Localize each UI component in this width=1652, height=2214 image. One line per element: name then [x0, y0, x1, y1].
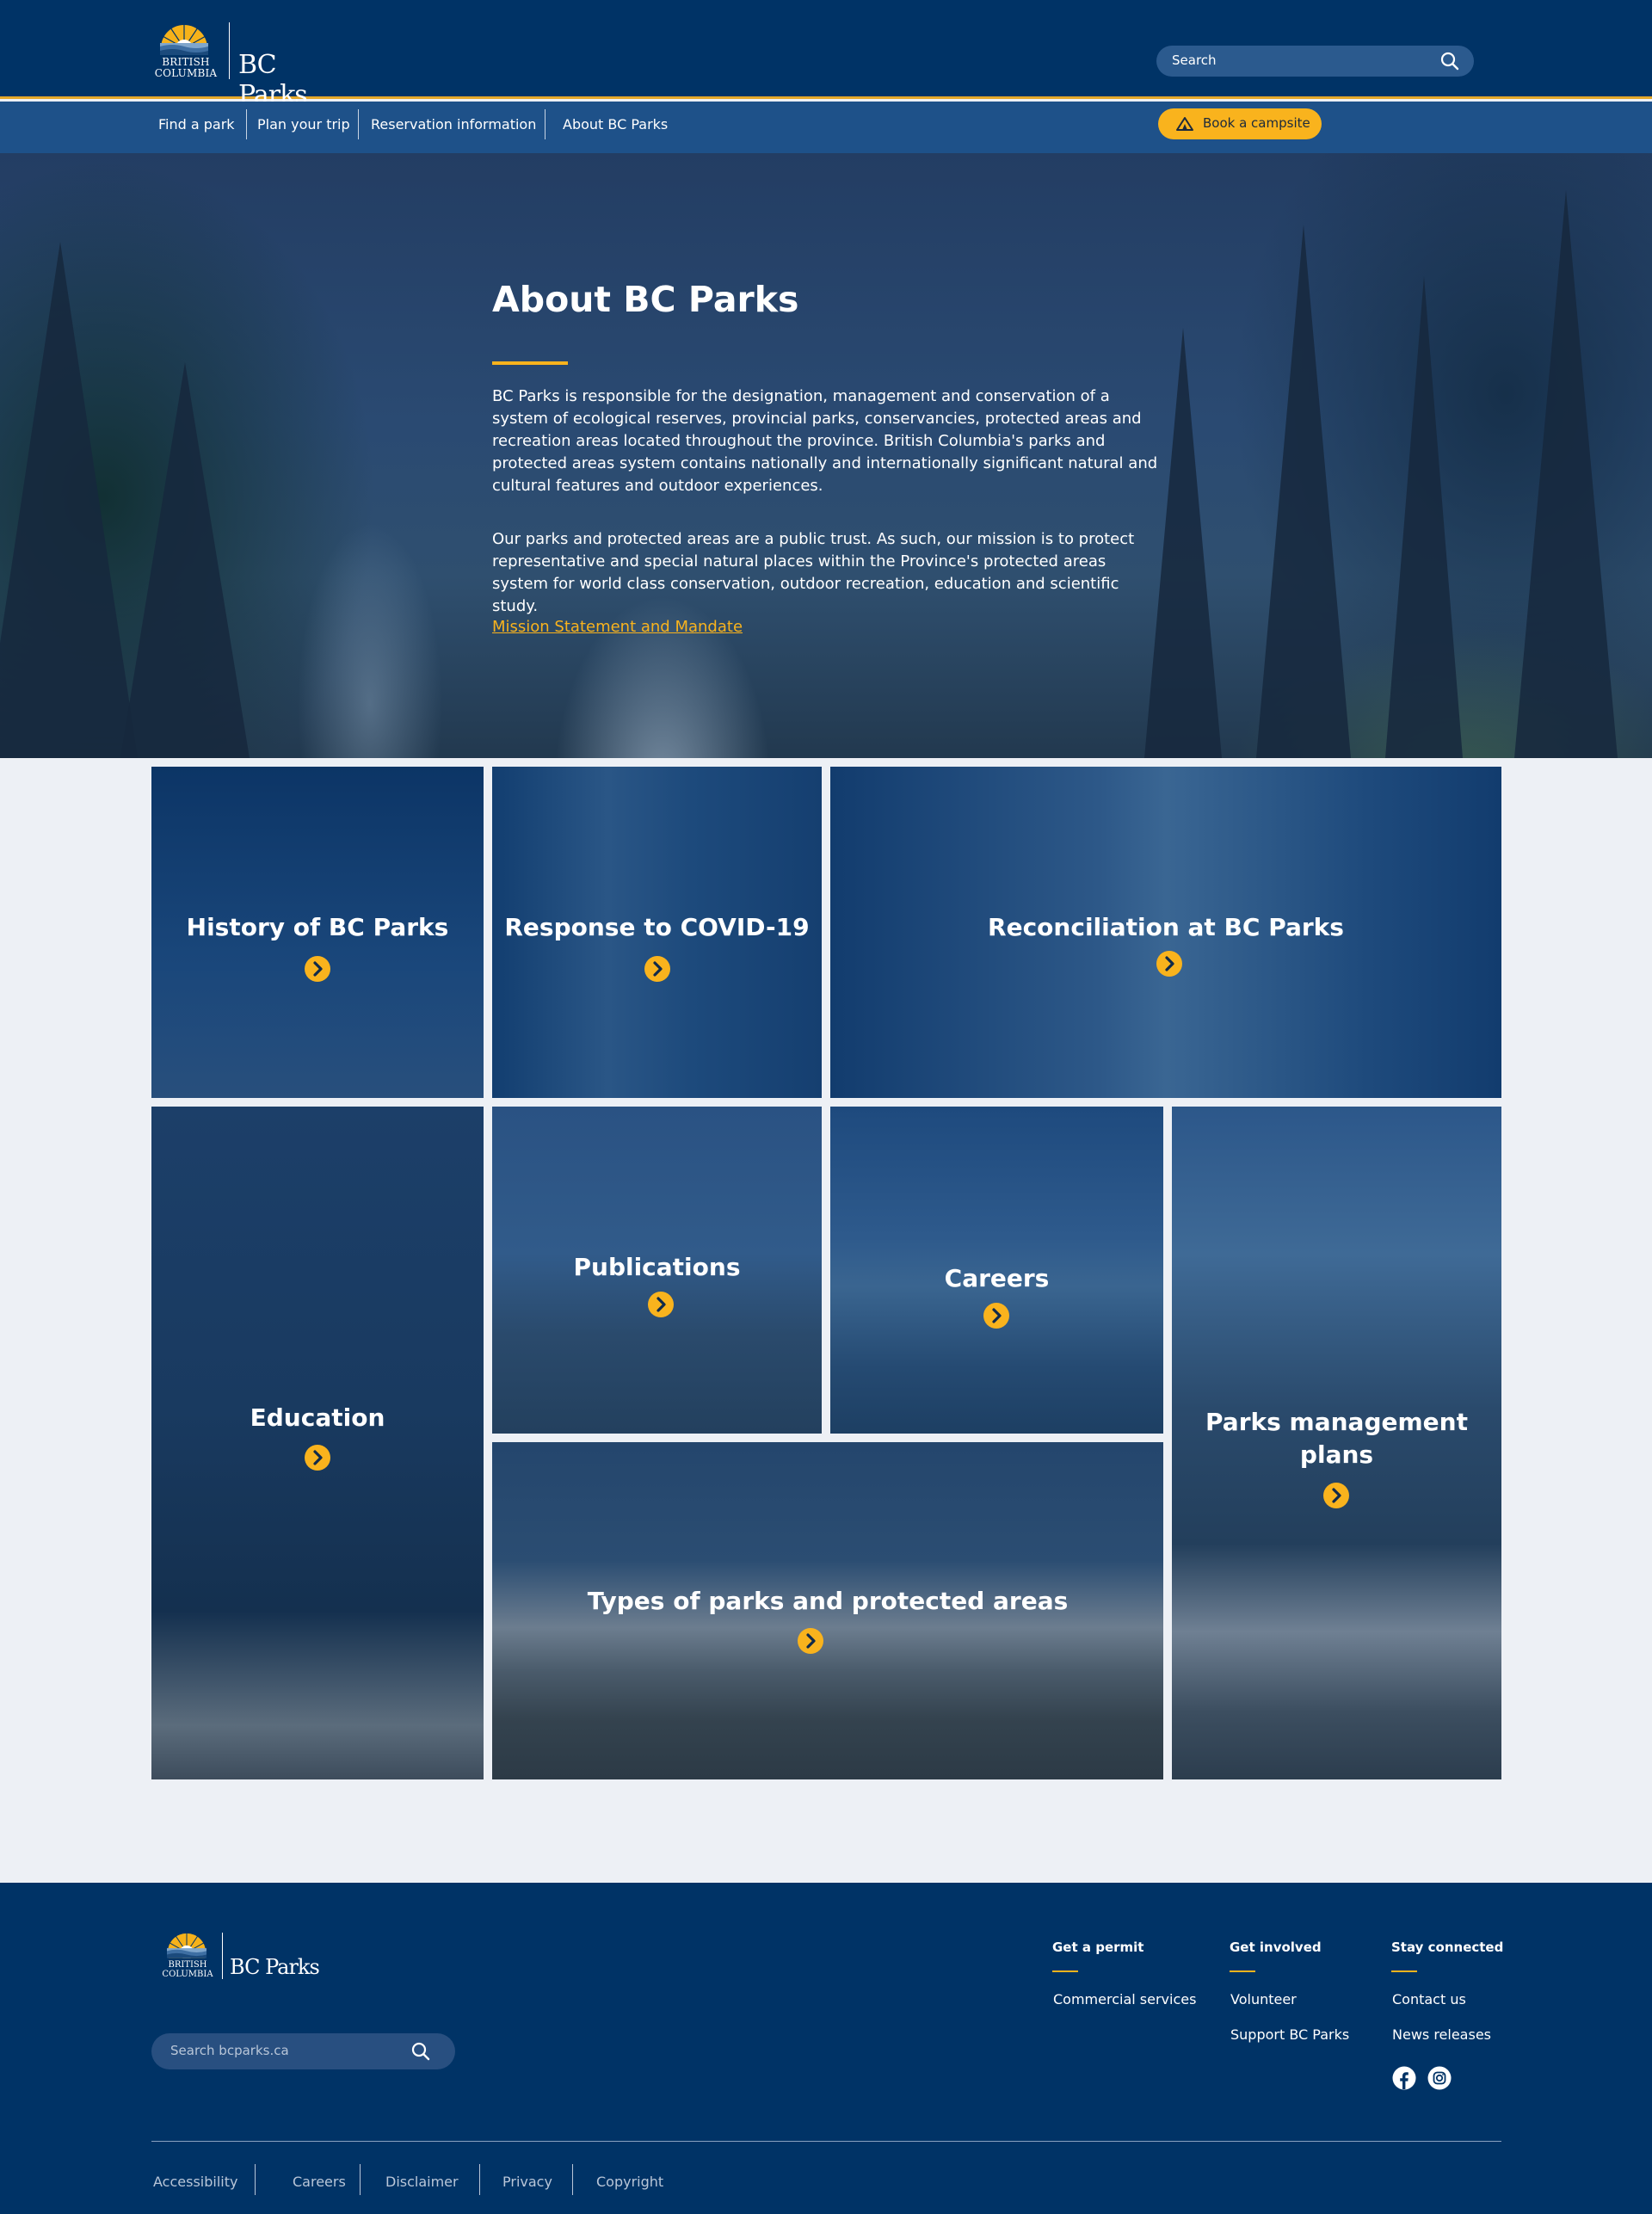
chevron-right-icon [305, 1445, 330, 1471]
footer-link-divider [255, 2164, 256, 2195]
logo-divider [229, 22, 230, 79]
footer-link-news-releases[interactable]: News releases [1392, 2026, 1491, 2043]
chevron-right-icon [798, 1628, 823, 1654]
footer-link-accessibility[interactable]: Accessibility [153, 2174, 237, 2190]
hero-paragraph-1: BC Parks is responsible for the designat… [492, 387, 1158, 495]
tree-silhouette [1256, 225, 1351, 758]
tile-title-line-2: plans [1299, 1440, 1374, 1469]
footer-col-involved: Get involved Volunteer Support BC Parks [1230, 1940, 1349, 2043]
search-icon[interactable] [1439, 51, 1460, 71]
nav-find-a-park[interactable]: Find a park [158, 102, 235, 153]
footer-search-placeholder: Search bcparks.ca [170, 2043, 289, 2058]
footer-link-contact-us[interactable]: Contact us [1392, 1991, 1466, 2007]
tree-silhouette [1514, 190, 1618, 758]
site-header: BRITISH COLUMBIA BC Parks Search [0, 0, 1652, 110]
book-campsite-button[interactable]: Book a campsite [1158, 108, 1322, 139]
heading-underline [1052, 1970, 1078, 1972]
mission-statement-link[interactable]: Mission Statement and Mandate [492, 618, 743, 636]
tent-icon [1176, 117, 1193, 131]
logo-text: BC Parks [230, 1955, 320, 1979]
book-campsite-label: Book a campsite [1203, 115, 1310, 131]
chevron-right-icon [1156, 951, 1182, 977]
footer-link-copyright[interactable]: Copyright [596, 2174, 663, 2190]
tile-title: Careers [944, 1264, 1050, 1292]
tile-history[interactable]: History of BC Parks [151, 767, 484, 1098]
instagram-icon[interactable] [1427, 2066, 1452, 2090]
page-title: About BC Parks [492, 279, 799, 320]
footer-link-privacy[interactable]: Privacy [502, 2174, 552, 2190]
tile-publications[interactable]: Publications [492, 1107, 822, 1434]
nav-divider [246, 109, 247, 139]
footer-search-input[interactable]: Search bcparks.ca [151, 2033, 455, 2069]
tile-covid[interactable]: Response to COVID-19 [492, 767, 822, 1098]
main-nav: Find a park Plan your trip Reservation i… [0, 102, 1652, 153]
logo-line-2: COLUMBIA [154, 67, 218, 79]
tile-types-of-parks[interactable]: Types of parks and protected areas [492, 1442, 1163, 1779]
search-placeholder: Search [1172, 52, 1217, 68]
title-accent-line [492, 361, 568, 365]
footer-link-volunteer[interactable]: Volunteer [1230, 1991, 1297, 2007]
footer-link-disclaimer[interactable]: Disclaimer [385, 2174, 459, 2190]
footer-bc-parks-logo[interactable]: BRITISH COLUMBIA BC Parks [160, 1931, 324, 1983]
tile-title: Types of parks and protected areas [587, 1587, 1069, 1615]
tile-careers[interactable]: Careers [830, 1107, 1163, 1434]
tile-title: History of BC Parks [186, 913, 449, 941]
heading-underline [1230, 1970, 1255, 1972]
footer-link-commercial-services[interactable]: Commercial services [1053, 1991, 1196, 2007]
site-footer: BRITISH COLUMBIA BC Parks Search bcparks… [0, 1883, 1652, 2214]
header-search-input[interactable]: Search [1156, 46, 1474, 77]
tile-title: Response to COVID-19 [504, 913, 810, 941]
chevron-right-icon [644, 956, 670, 982]
footer-col-heading: Get a permit [1052, 1940, 1144, 1955]
nav-plan-your-trip[interactable]: Plan your trip [257, 102, 350, 153]
footer-link-support-bc-parks[interactable]: Support BC Parks [1230, 2026, 1349, 2043]
tile-title: Education [250, 1403, 385, 1432]
hero-banner: About BC Parks BC Parks is responsible f… [0, 153, 1652, 758]
hero-paragraph-2: Our parks and protected areas are a publ… [492, 530, 1135, 615]
tile-title-line-1: Parks management [1205, 1408, 1468, 1436]
footer-link-divider [479, 2164, 480, 2195]
facebook-icon[interactable] [1392, 2066, 1416, 2090]
chevron-right-icon [983, 1303, 1009, 1329]
search-icon[interactable] [410, 2041, 431, 2062]
footer-link-divider [360, 2164, 361, 2195]
footer-link-divider [572, 2164, 573, 2195]
logo-line-1: BRITISH [168, 1960, 207, 1970]
tile-education[interactable]: Education [151, 1107, 484, 1779]
chevron-right-icon [1323, 1483, 1349, 1508]
tile-reconciliation[interactable]: Reconciliation at BC Parks [830, 767, 1501, 1098]
footer-col-heading: Get involved [1230, 1940, 1322, 1955]
footer-col-connected: Stay connected Contact us News releases [1391, 1940, 1504, 2043]
heading-underline [1391, 1970, 1417, 1972]
logo-british-columbia: BRITISH COLUMBIA [160, 1960, 215, 1979]
logo-line-2: COLUMBIA [162, 1970, 213, 1979]
tree-silhouette [1385, 276, 1463, 758]
tree-silhouette [0, 242, 138, 758]
nav-divider [545, 109, 546, 139]
nav-divider [358, 109, 359, 139]
logo-british-columbia: BRITISH COLUMBIA [151, 57, 220, 79]
tile-title: Reconciliation at BC Parks [988, 913, 1344, 941]
footer-divider [151, 2141, 1501, 2142]
footer-col-heading: Stay connected [1391, 1940, 1504, 1955]
logo-divider [222, 1933, 223, 1979]
chevron-right-icon [648, 1292, 674, 1317]
tree-silhouette [120, 362, 250, 758]
chevron-right-icon [305, 956, 330, 982]
tile-parks-management-plans[interactable]: Parks management plans [1172, 1107, 1501, 1779]
tile-background [151, 1107, 484, 1779]
nav-reservation-information[interactable]: Reservation information [371, 102, 536, 153]
tile-title: Publications [573, 1253, 741, 1281]
nav-about-bc-parks[interactable]: About BC Parks [563, 102, 668, 153]
sun-logo-icon [167, 1933, 206, 1958]
footer-link-careers[interactable]: Careers [293, 2174, 346, 2190]
sun-logo-icon [160, 24, 208, 55]
bc-parks-logo[interactable]: BRITISH COLUMBIA BC Parks [151, 21, 349, 110]
footer-col-permit: Get a permit Commercial services [1052, 1940, 1196, 2007]
